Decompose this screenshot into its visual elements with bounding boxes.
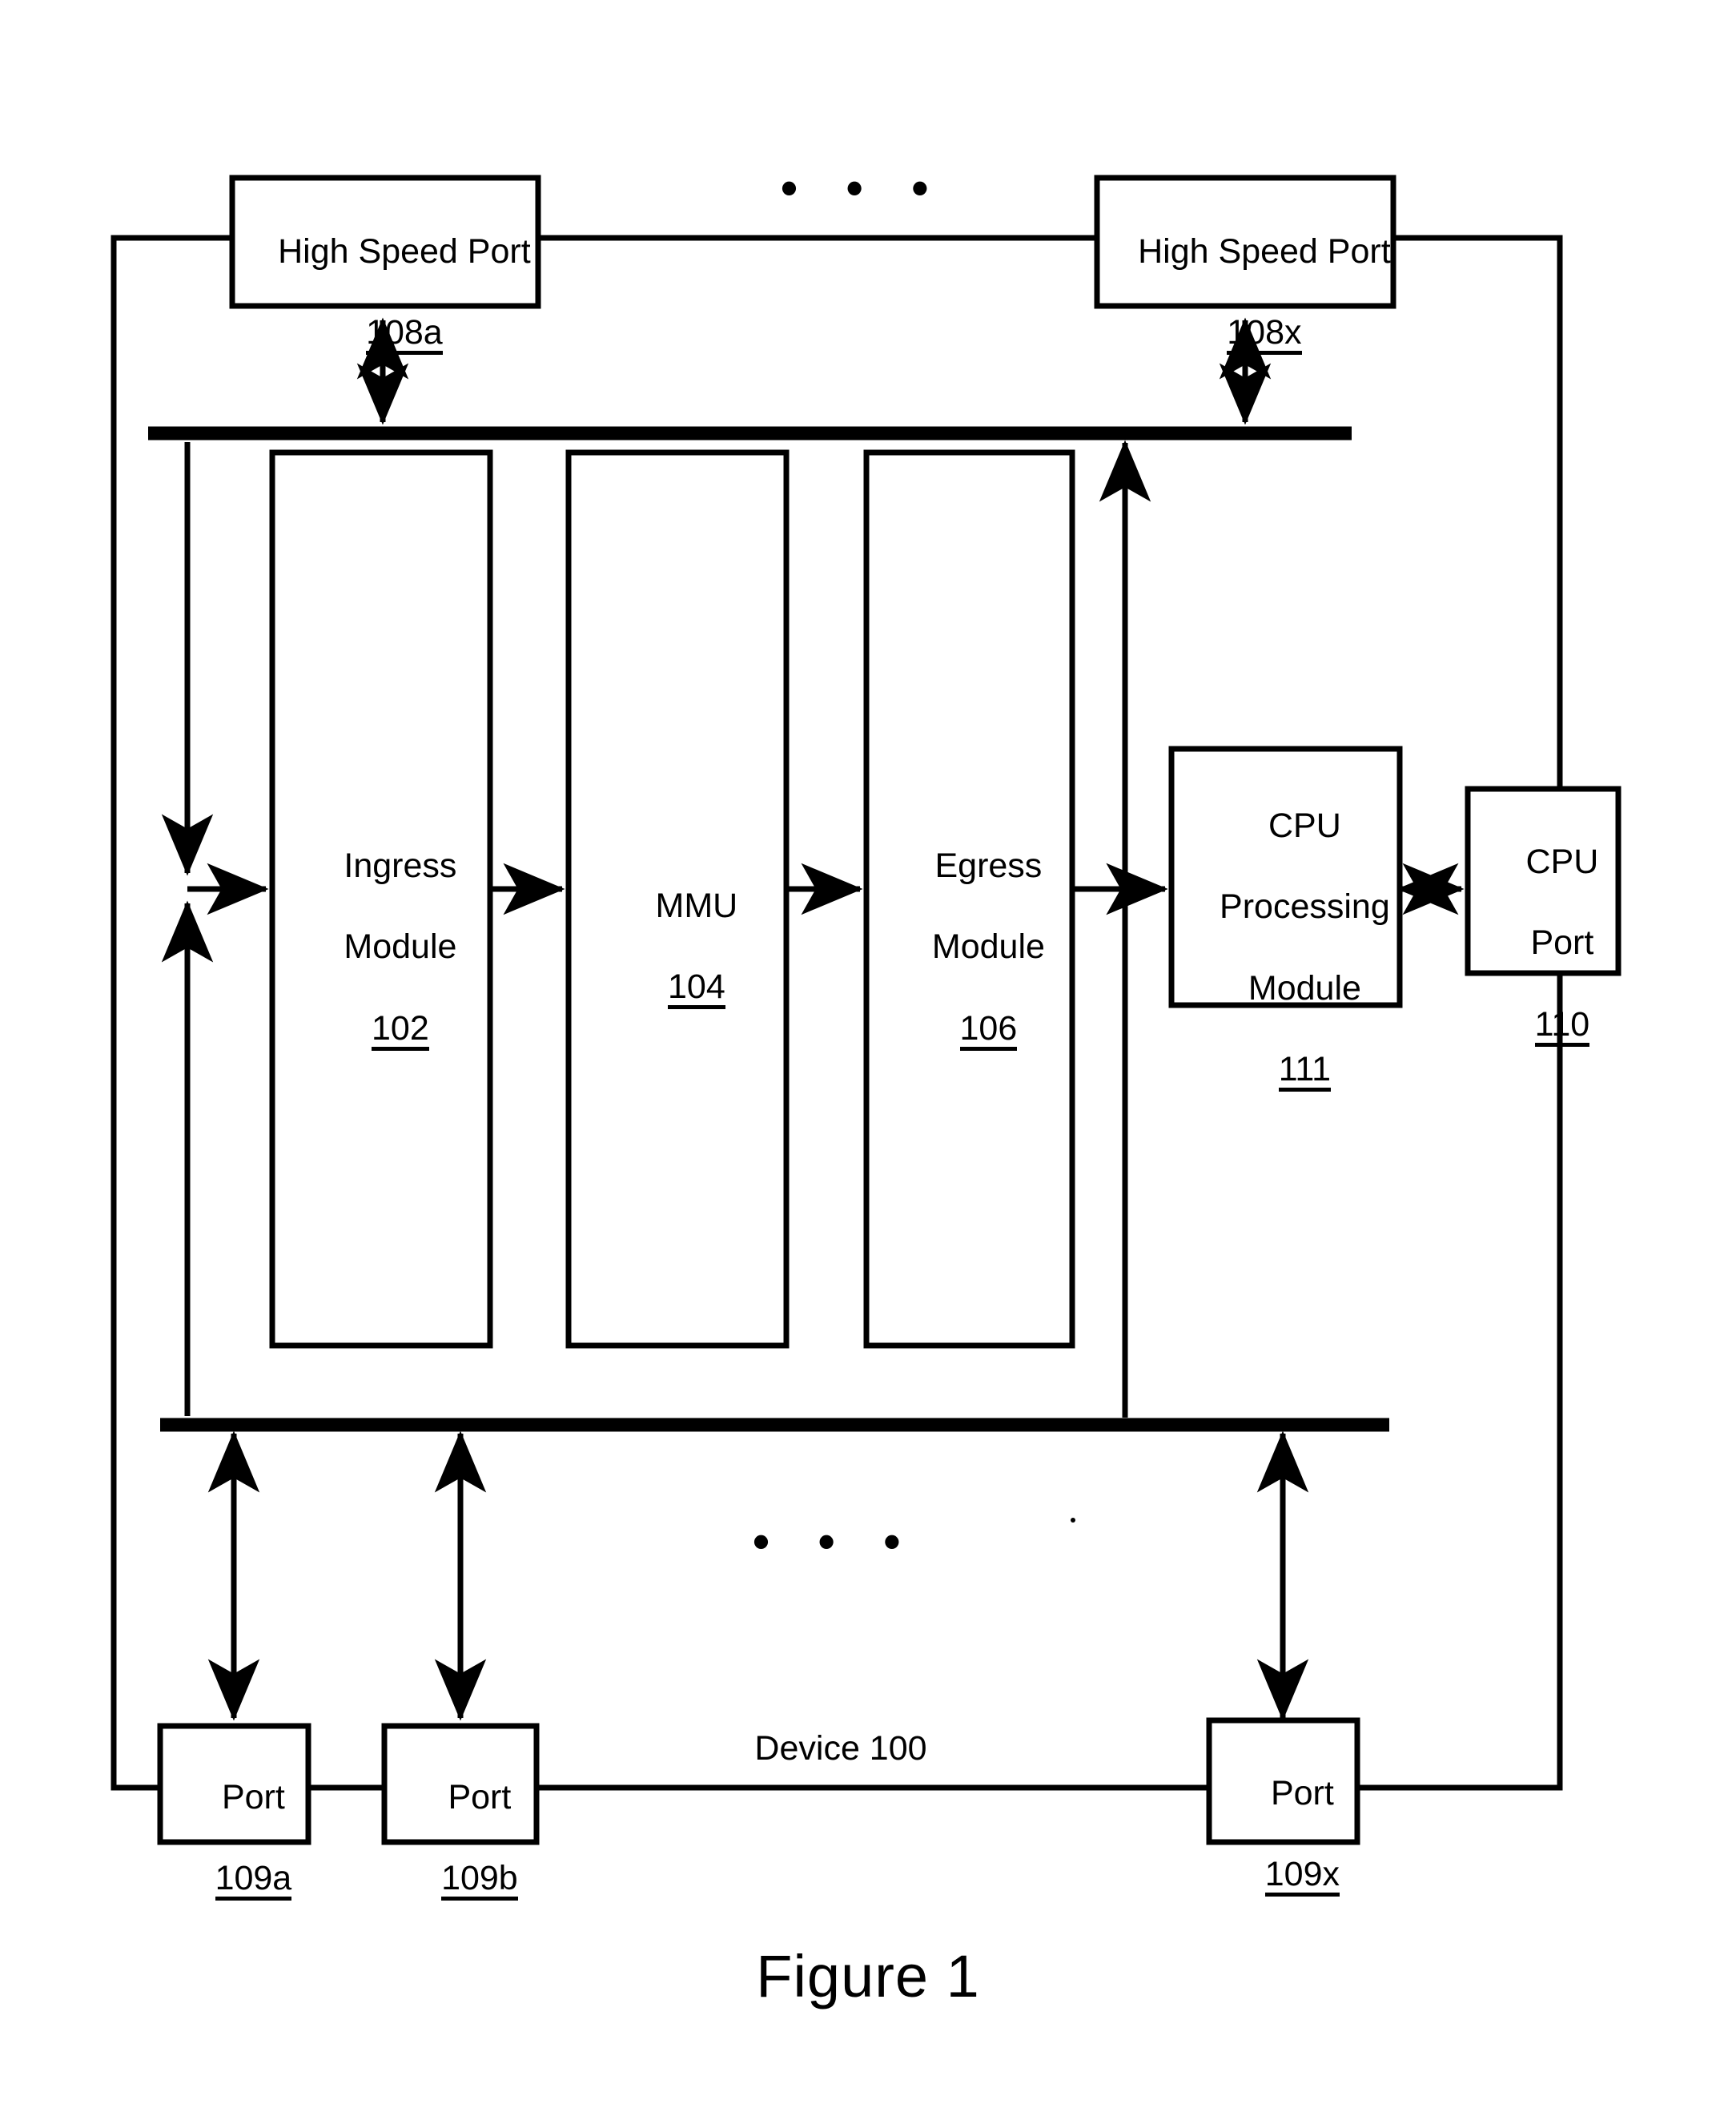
figure-page: High Speed Port 108a High Speed Port 108… <box>0 0 1736 2108</box>
figure-caption: Figure 1 <box>756 1943 980 2009</box>
top-ellipsis: • • • <box>781 161 946 215</box>
bottom-ellipsis: • • • <box>753 1515 918 1568</box>
patent-diagram-svg <box>111 175 1621 1845</box>
